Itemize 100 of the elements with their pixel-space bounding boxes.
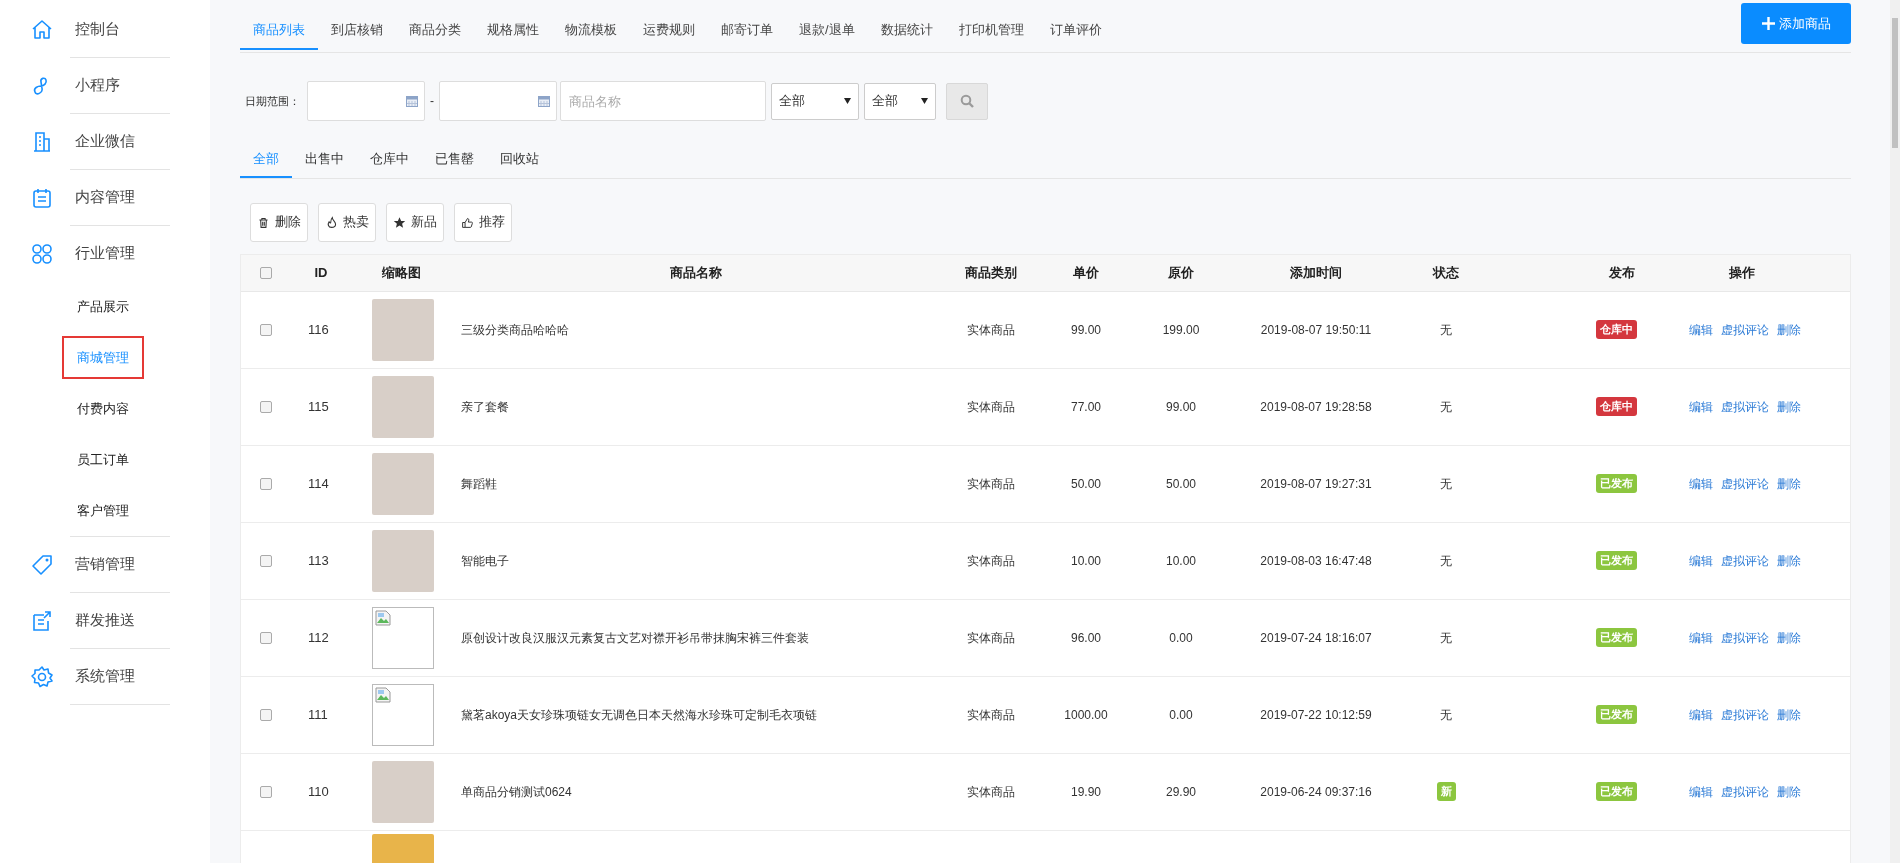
action-link[interactable]: 虚拟评论 bbox=[1720, 551, 1769, 570]
publish-badge: 已发布 bbox=[1596, 782, 1637, 801]
column-header: 单价 bbox=[1073, 264, 1099, 280]
action-link[interactable]: 编辑 bbox=[1688, 551, 1713, 570]
settings-icon bbox=[30, 664, 54, 689]
dropdown[interactable]: 全部 bbox=[864, 82, 936, 120]
product-name: 单商品分销测试0624 bbox=[461, 784, 572, 799]
tab[interactable]: 商品分类 bbox=[396, 20, 474, 50]
row-checkbox[interactable] bbox=[260, 323, 272, 336]
action-link[interactable]: 编辑 bbox=[1688, 474, 1713, 493]
publish-badge: 已发布 bbox=[1596, 551, 1637, 570]
added-time: 2019-08-07 19:27:31 bbox=[1260, 476, 1372, 491]
date-field[interactable] bbox=[439, 81, 557, 121]
sidebar-item[interactable]: 行业管理 bbox=[30, 226, 210, 281]
star-icon bbox=[393, 215, 406, 229]
column-header: 原价 bbox=[1168, 264, 1194, 280]
action-link[interactable]: 删除 bbox=[1776, 782, 1801, 801]
unit-price: 19.90 bbox=[1071, 784, 1101, 799]
action-link[interactable]: 虚拟评论 bbox=[1720, 628, 1769, 647]
row-checkbox[interactable] bbox=[260, 554, 272, 567]
broken-image-placeholder bbox=[372, 683, 434, 746]
scrollbar[interactable] bbox=[1890, 0, 1900, 863]
action-link[interactable]: 删除 bbox=[1776, 628, 1801, 647]
status-text: 无 bbox=[1440, 398, 1452, 416]
sidebar-item[interactable]: 企业微信 bbox=[30, 114, 210, 169]
action-link[interactable]: 编辑 bbox=[1688, 628, 1713, 647]
column-header: 操作 bbox=[1728, 264, 1755, 280]
product-name: 智能电子 bbox=[461, 553, 509, 568]
filter-tab[interactable]: 出售中 bbox=[292, 149, 357, 178]
action-link[interactable]: 删除 bbox=[1776, 320, 1801, 339]
action-link[interactable]: 删除 bbox=[1776, 551, 1801, 570]
tab[interactable]: 物流模板 bbox=[552, 20, 630, 50]
publish-badge: 已发布 bbox=[1596, 705, 1637, 724]
row-checkbox[interactable] bbox=[260, 631, 272, 644]
product-id: 114 bbox=[308, 475, 329, 491]
action-link[interactable]: 删除 bbox=[1776, 474, 1801, 493]
tab[interactable]: 运费规则 bbox=[630, 20, 708, 50]
action-link[interactable]: 编辑 bbox=[1688, 397, 1713, 416]
status-text: 无 bbox=[1440, 475, 1452, 493]
product-name-field[interactable]: 商品名称 bbox=[560, 81, 766, 121]
date-field[interactable] bbox=[307, 81, 425, 121]
status-text: 无 bbox=[1440, 321, 1452, 339]
photo-placeholder bbox=[372, 760, 434, 823]
column-header: 商品名称 bbox=[670, 264, 722, 280]
action-link[interactable]: 虚拟评论 bbox=[1720, 397, 1769, 416]
tag-icon bbox=[30, 552, 54, 577]
trash-icon bbox=[257, 215, 270, 229]
sidebar-subitem[interactable]: 员工订单 bbox=[62, 437, 144, 482]
row-checkbox[interactable] bbox=[260, 400, 272, 413]
action-link[interactable]: 虚拟评论 bbox=[1720, 782, 1769, 801]
sidebar-item[interactable]: 控制台 bbox=[30, 2, 210, 57]
filter-tab[interactable]: 仓库中 bbox=[357, 149, 422, 178]
tab[interactable]: 退款/退单 bbox=[786, 20, 868, 50]
sidebar-subitem[interactable]: 付费内容 bbox=[62, 386, 144, 431]
sidebar-item[interactable]: 系统管理 bbox=[30, 649, 210, 704]
row-checkbox[interactable] bbox=[260, 785, 272, 798]
action-link[interactable]: 编辑 bbox=[1688, 320, 1713, 339]
tab[interactable]: 邮寄订单 bbox=[708, 20, 786, 50]
tab[interactable]: 订单评价 bbox=[1036, 20, 1115, 50]
toolbar-button[interactable]: 推荐 bbox=[454, 202, 512, 242]
sidebar-item[interactable]: 小程序 bbox=[30, 58, 210, 113]
product-id: 113 bbox=[308, 552, 329, 568]
toolbar-button[interactable]: 热卖 bbox=[318, 202, 376, 242]
toolbar-button[interactable]: 新品 bbox=[386, 202, 444, 242]
row-checkbox[interactable] bbox=[260, 477, 272, 490]
select-all-checkbox[interactable] bbox=[260, 266, 272, 279]
photo-placeholder bbox=[372, 529, 434, 592]
filter-tab[interactable]: 回收站 bbox=[487, 149, 552, 178]
sidebar-item[interactable]: 内容管理 bbox=[30, 170, 210, 225]
calendar-icon bbox=[406, 95, 418, 107]
action-link[interactable]: 删除 bbox=[1776, 705, 1801, 724]
sidebar-subitem[interactable]: 客户管理 bbox=[62, 488, 144, 533]
sidebar-item[interactable]: 营销管理 bbox=[30, 537, 210, 592]
status-text: 无 bbox=[1440, 706, 1452, 724]
sidebar-item[interactable]: 群发推送 bbox=[30, 593, 210, 648]
sidebar-subitem[interactable]: 产品展示 bbox=[62, 284, 144, 329]
date-separator: - bbox=[429, 93, 435, 110]
action-link[interactable]: 编辑 bbox=[1688, 705, 1713, 724]
tab[interactable]: 到店核销 bbox=[318, 20, 396, 50]
action-link[interactable]: 虚拟评论 bbox=[1720, 705, 1769, 724]
date-range-label: 日期范围： bbox=[245, 93, 300, 109]
product-name: 三级分类商品哈哈哈 bbox=[461, 322, 569, 337]
action-link[interactable]: 编辑 bbox=[1688, 782, 1713, 801]
row-checkbox[interactable] bbox=[260, 708, 272, 721]
tab[interactable]: 数据统计 bbox=[867, 20, 946, 50]
dropdown[interactable]: 全部 bbox=[771, 82, 859, 120]
original-price: 29.90 bbox=[1166, 784, 1196, 799]
filter-tab[interactable]: 已售罄 bbox=[422, 149, 487, 178]
action-link[interactable]: 删除 bbox=[1776, 397, 1801, 416]
action-link[interactable]: 虚拟评论 bbox=[1720, 474, 1769, 493]
tab[interactable]: 打印机管理 bbox=[945, 20, 1037, 50]
action-link[interactable]: 虚拟评论 bbox=[1720, 320, 1769, 339]
category: 实体商品 bbox=[967, 784, 1015, 799]
toolbar-button[interactable]: 删除 bbox=[250, 202, 308, 242]
product-name: 原创设计改良汉服汉元素复古文艺对襟开衫吊带抹胸宋裤三件套装 bbox=[461, 630, 809, 645]
original-price: 50.00 bbox=[1166, 476, 1196, 491]
caret-icon bbox=[921, 98, 928, 104]
original-price: 0.00 bbox=[1169, 630, 1193, 645]
search-button[interactable] bbox=[946, 82, 988, 120]
tab[interactable]: 规格属性 bbox=[474, 20, 552, 50]
